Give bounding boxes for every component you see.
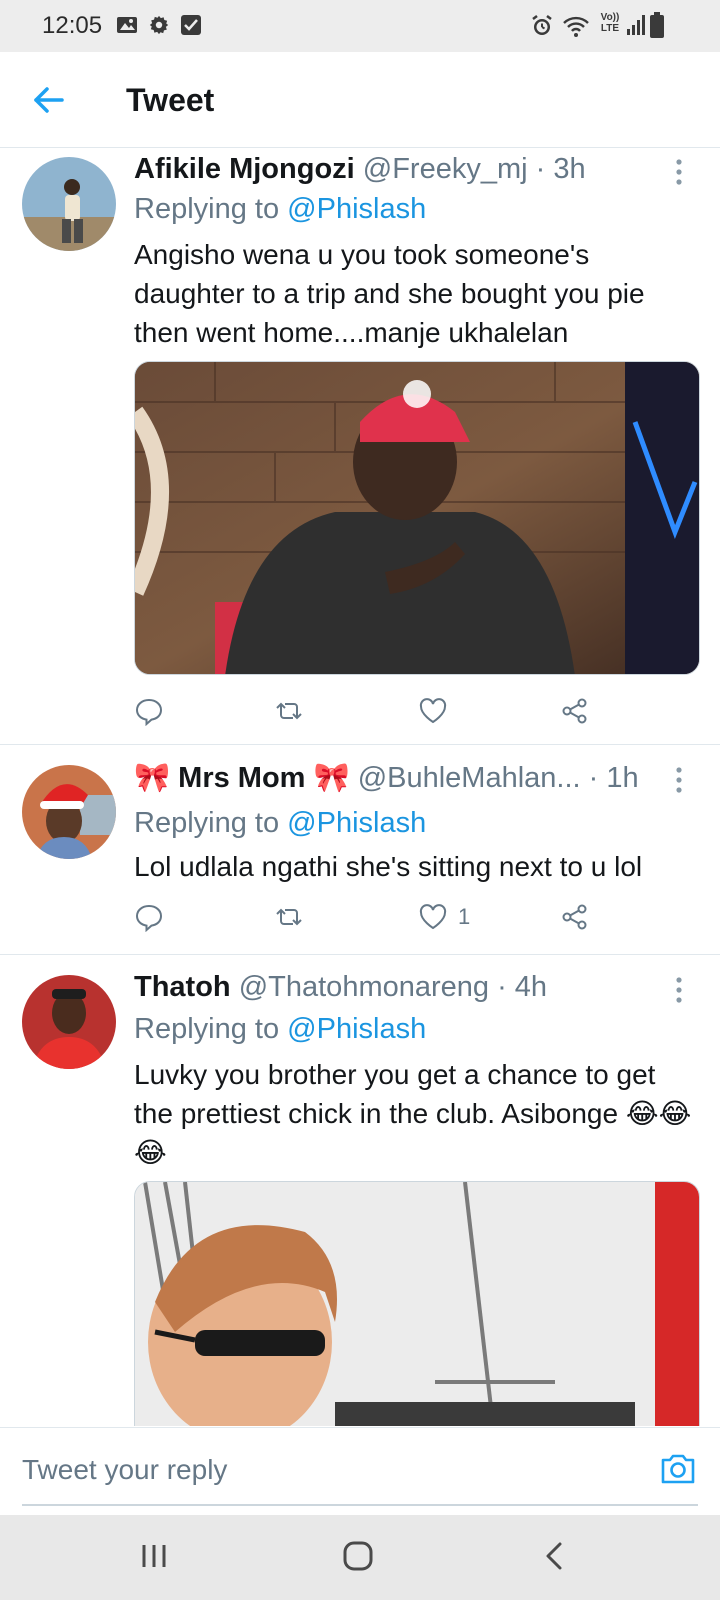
input-underline bbox=[22, 1504, 698, 1506]
display-name[interactable]: Thatoh bbox=[134, 971, 231, 1003]
display-name[interactable]: 🎀 Mrs Mom 🎀 bbox=[134, 762, 350, 794]
page-title: Tweet bbox=[126, 82, 215, 118]
camera-icon[interactable] bbox=[658, 1448, 698, 1488]
like-icon[interactable]: 1 bbox=[418, 897, 470, 937]
more-options-icon[interactable] bbox=[672, 765, 686, 795]
reply-feed[interactable]: Afikile Mjongozi @Freeky_mj · 3h Replyin… bbox=[0, 149, 720, 1426]
avatar[interactable] bbox=[22, 975, 116, 1069]
reply-input[interactable]: Tweet your reply bbox=[22, 1454, 227, 1486]
replying-to: Replying to @Phislash bbox=[134, 1013, 426, 1046]
reply-icon[interactable] bbox=[134, 897, 164, 937]
more-options-icon[interactable] bbox=[672, 975, 686, 1005]
tweet-text: Lol udlala ngathi she's sitting next to … bbox=[134, 851, 643, 882]
checkbox-icon bbox=[180, 14, 202, 41]
tweet-time: · 4h bbox=[497, 971, 548, 1003]
volte-icon: Vo)) LTE bbox=[600, 12, 620, 34]
share-icon[interactable] bbox=[560, 897, 590, 937]
image-icon bbox=[116, 14, 138, 41]
replying-to: Replying to @Phislash bbox=[134, 193, 426, 226]
status-bar: 12:05 Vo)) LTE bbox=[0, 0, 720, 52]
more-options-icon[interactable] bbox=[672, 157, 686, 187]
replying-prefix: Replying to bbox=[134, 807, 280, 839]
mention-link[interactable]: @Phislash bbox=[287, 193, 426, 225]
avatar[interactable] bbox=[22, 765, 116, 859]
tweet-header: 🎀 Mrs Mom 🎀 @BuhleMahlan... · 1h bbox=[134, 761, 660, 795]
retweet-icon[interactable] bbox=[274, 897, 304, 937]
tweet-header: Thatoh @Thatohmonareng · 4h bbox=[134, 971, 660, 1004]
like-count: 1 bbox=[458, 904, 471, 929]
tweet-text: Angisho wena u you took someone's daught… bbox=[134, 239, 645, 348]
tweet-text: Luvky you brother you get a chance to ge… bbox=[134, 1059, 692, 1168]
retweet-icon[interactable] bbox=[274, 691, 304, 731]
display-name[interactable]: Afikile Mjongozi bbox=[134, 153, 355, 185]
tweet-header: Afikile Mjongozi @Freeky_mj · 3h bbox=[134, 153, 660, 186]
top-app-bar: Tweet bbox=[0, 52, 720, 148]
battery-icon bbox=[650, 12, 664, 43]
compose-reply-bar: Tweet your reply bbox=[0, 1427, 720, 1515]
user-handle[interactable]: @Thatohmonareng bbox=[239, 971, 489, 1003]
tweet-item[interactable]: Thatoh @Thatohmonareng · 4h Replying to … bbox=[0, 955, 720, 1426]
tweet-actions bbox=[134, 691, 654, 731]
avatar[interactable] bbox=[22, 157, 116, 251]
signal-icon bbox=[626, 14, 646, 41]
reply-icon[interactable] bbox=[134, 691, 164, 731]
arrow-left-icon[interactable] bbox=[28, 80, 68, 120]
home-icon[interactable] bbox=[336, 1537, 380, 1577]
mention-link[interactable]: @Phislash bbox=[287, 1013, 426, 1045]
share-icon[interactable] bbox=[560, 691, 590, 731]
replying-prefix: Replying to bbox=[134, 1013, 280, 1045]
tweet-item[interactable]: Afikile Mjongozi @Freeky_mj · 3h Replyin… bbox=[0, 149, 720, 745]
tweet-time: · 1h bbox=[588, 762, 639, 794]
user-handle[interactable]: @BuhleMahlan... bbox=[358, 762, 581, 794]
mention-link[interactable]: @Phislash bbox=[287, 807, 426, 839]
gear-icon bbox=[148, 14, 170, 41]
user-handle[interactable]: @Freeky_mj bbox=[363, 153, 528, 185]
tweet-image[interactable] bbox=[134, 361, 700, 675]
replying-to: Replying to @Phislash bbox=[134, 807, 426, 840]
tweet-time: · 3h bbox=[535, 153, 586, 185]
tweet-image[interactable] bbox=[134, 1181, 700, 1426]
system-nav-bar bbox=[0, 1515, 720, 1600]
back-icon[interactable] bbox=[534, 1537, 578, 1577]
status-time: 12:05 bbox=[42, 12, 103, 39]
replying-prefix: Replying to bbox=[134, 193, 280, 225]
wifi-icon bbox=[562, 14, 590, 43]
like-icon[interactable] bbox=[418, 691, 458, 731]
tweet-actions: 1 bbox=[134, 897, 654, 937]
tweet-item[interactable]: 🎀 Mrs Mom 🎀 @BuhleMahlan... · 1h Replyin… bbox=[0, 745, 720, 955]
alarm-icon bbox=[530, 14, 554, 43]
recent-apps-icon[interactable] bbox=[132, 1537, 176, 1577]
